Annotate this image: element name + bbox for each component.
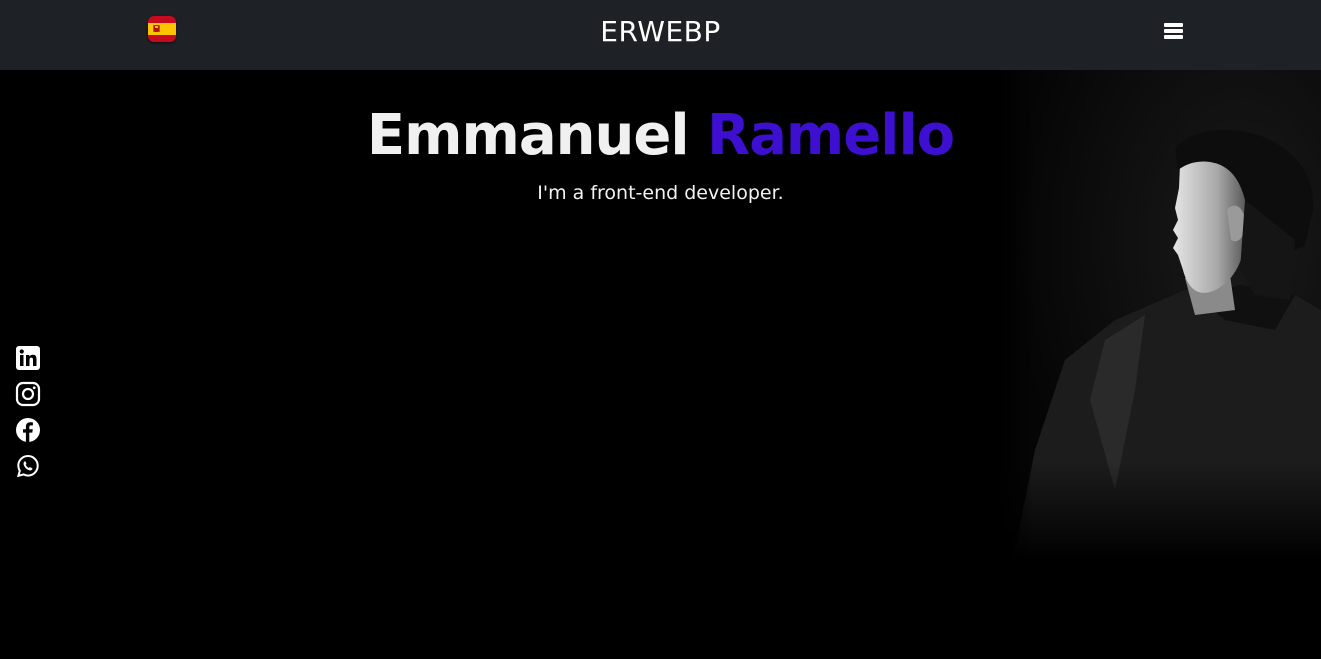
hero-first-name: Emmanuel [366,103,690,168]
navbar: ERWEBP [0,0,1321,70]
menu-toggle-button[interactable] [1163,21,1185,41]
hero-title: Emmanuel Ramello [0,102,1321,170]
hero-subtitle: I'm a front-end developer. [537,182,784,204]
facebook-icon[interactable] [15,417,41,443]
spain-flag-icon[interactable] [148,16,176,42]
site-brand: ERWEBP [0,0,1321,64]
instagram-icon[interactable] [15,381,41,407]
hero-last-name: Ramello [707,103,955,168]
linkedin-icon[interactable] [15,345,41,371]
menu-bar-middle [1164,29,1183,33]
brand-link[interactable]: ERWEBP [600,15,720,48]
whatsapp-icon[interactable] [15,453,41,479]
social-links [15,345,43,489]
menu-bar-top [1164,23,1183,27]
menu-bar-bottom [1164,35,1183,39]
